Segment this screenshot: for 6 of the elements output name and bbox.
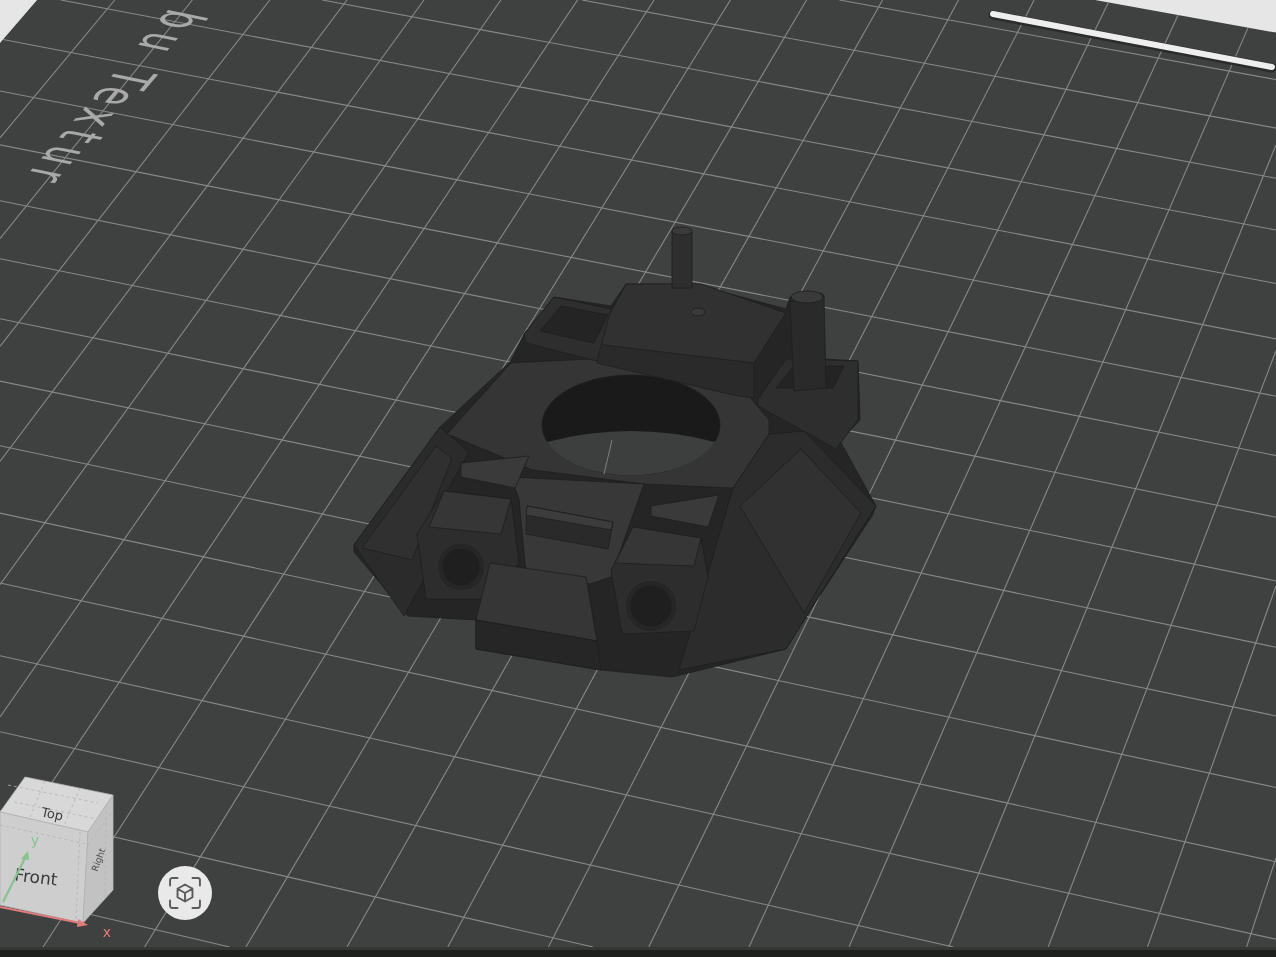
cube-top-face[interactable]: Top — [0, 776, 114, 833]
axis-label: y — [30, 832, 40, 848]
cube-right-face[interactable]: Right — [82, 794, 114, 924]
viewport-background — [0, 0, 38, 44]
axis-label: x — [102, 924, 112, 940]
cube-focus-icon — [169, 877, 201, 909]
